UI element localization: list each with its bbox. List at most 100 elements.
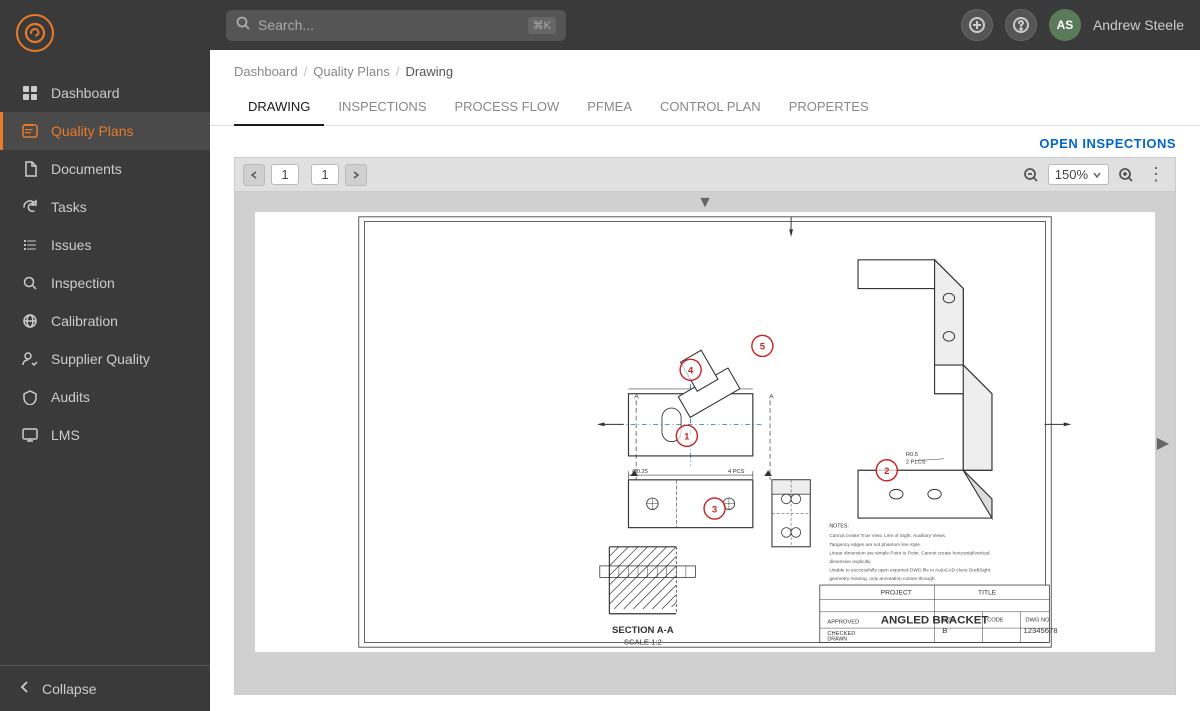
page-total: 1	[311, 164, 339, 185]
svg-text:Tangency edges are not phantom: Tangency edges are not phantom line styl…	[829, 542, 921, 548]
sidebar-logo	[0, 0, 210, 66]
sidebar-item-quality-plans[interactable]: Quality Plans	[0, 112, 210, 150]
svg-text:12345678: 12345678	[1024, 626, 1058, 635]
svg-text:1: 1	[684, 432, 690, 443]
page-current: 1	[271, 164, 299, 185]
sidebar-item-label: Inspection	[51, 275, 115, 291]
add-button[interactable]	[961, 9, 993, 41]
sidebar-navigation: Dashboard Quality Plans Documents	[0, 66, 210, 665]
drawing-viewer: 1 1	[234, 157, 1176, 695]
svg-text:5: 5	[760, 342, 766, 353]
zoom-value: 150%	[1055, 167, 1088, 182]
breadcrumb-sep-1: /	[304, 64, 308, 79]
grid-icon	[21, 84, 39, 102]
breadcrumb: Dashboard / Quality Plans / Drawing	[210, 50, 1200, 79]
search-icon	[236, 16, 250, 35]
breadcrumb-sep-2: /	[396, 64, 400, 79]
sidebar-item-label: Audits	[51, 389, 90, 405]
sidebar-item-label: Documents	[51, 161, 122, 177]
svg-text:A: A	[634, 394, 639, 401]
sidebar-item-supplier-quality[interactable]: Supplier Quality	[0, 340, 210, 378]
collapse-button[interactable]: Collapse	[0, 665, 210, 711]
main-content: ⌘K AS Andrew Steele Dashboard	[210, 0, 1200, 711]
sidebar-item-audits[interactable]: Audits	[0, 378, 210, 416]
scroll-right-indicator: ▶	[1157, 433, 1169, 453]
svg-text:geometry missing, only annotat: geometry missing, only annotation comes …	[829, 576, 936, 582]
svg-text:A: A	[769, 394, 774, 401]
zoom-level-selector[interactable]: 150%	[1048, 164, 1109, 185]
user-name: Andrew Steele	[1093, 17, 1184, 33]
refresh-icon	[21, 198, 39, 216]
tab-propertes[interactable]: PROPERTES	[775, 89, 883, 126]
page-prev-button[interactable]	[243, 164, 265, 186]
sidebar-item-issues[interactable]: Issues	[0, 226, 210, 264]
drawing-canvas[interactable]: ▼	[235, 192, 1175, 694]
breadcrumb-current: Drawing	[405, 64, 453, 79]
inspection-icon	[21, 274, 39, 292]
svg-text:APPROVED: APPROVED	[827, 619, 859, 625]
sidebar-item-documents[interactable]: Documents	[0, 150, 210, 188]
search-box[interactable]: ⌘K	[226, 10, 566, 41]
breadcrumb-quality-plans[interactable]: Quality Plans	[313, 64, 390, 79]
topbar: ⌘K AS Andrew Steele	[210, 0, 1200, 50]
sidebar-item-dashboard[interactable]: Dashboard	[0, 74, 210, 112]
svg-text:DRAWN: DRAWN	[827, 637, 847, 643]
drawing-container: OPEN INSPECTIONS 1 1	[210, 126, 1200, 711]
sidebar-item-inspection[interactable]: Inspection	[0, 264, 210, 302]
search-input[interactable]	[258, 17, 520, 33]
tab-pfmea[interactable]: PFMEA	[573, 89, 646, 126]
sidebar-item-label: Quality Plans	[51, 123, 133, 139]
tab-control-plan[interactable]: CONTROL PLAN	[646, 89, 775, 126]
zoom-controls: 150%	[1020, 164, 1137, 186]
tab-process-flow[interactable]: PROCESS FLOW	[440, 89, 573, 126]
monitor-icon	[21, 426, 39, 444]
breadcrumb-dashboard[interactable]: Dashboard	[234, 64, 298, 79]
sidebar-item-label: Calibration	[51, 313, 118, 329]
zoom-out-button[interactable]	[1020, 164, 1042, 186]
topbar-actions: AS Andrew Steele	[961, 9, 1184, 41]
svg-text:R0.5: R0.5	[906, 452, 918, 458]
open-inspections-button[interactable]: OPEN INSPECTIONS	[1039, 136, 1176, 151]
tab-inspections[interactable]: INSPECTIONS	[324, 89, 440, 126]
svg-text:TITLE: TITLE	[978, 590, 997, 597]
scroll-up-indicator: ▼	[697, 194, 713, 212]
sidebar-item-label: Dashboard	[51, 85, 120, 101]
svg-text:PROJECT: PROJECT	[881, 590, 912, 597]
svg-text:CODE: CODE	[987, 617, 1004, 623]
collapse-label: Collapse	[42, 681, 96, 697]
sidebar-item-lms[interactable]: LMS	[0, 416, 210, 454]
svg-text:Unable to successfully open ex: Unable to successfully open exported DWG…	[829, 568, 991, 574]
sidebar-item-label: LMS	[51, 427, 80, 443]
sidebar-item-tasks[interactable]: Tasks	[0, 188, 210, 226]
content-area: Dashboard / Quality Plans / Drawing DRAW…	[210, 50, 1200, 711]
help-button[interactable]	[1005, 9, 1037, 41]
svg-text:Linear dimension are simple Po: Linear dimension are simple Point to Poi…	[829, 550, 989, 556]
svg-text:ANGLED BRACKET: ANGLED BRACKET	[881, 614, 989, 626]
svg-text:DWG NO: DWG NO	[1025, 617, 1050, 623]
sidebar-item-label: Supplier Quality	[51, 351, 150, 367]
globe-icon	[21, 312, 39, 330]
more-options-button[interactable]: ⋮	[1145, 164, 1167, 186]
svg-text:SCALE 1:2: SCALE 1:2	[624, 637, 662, 646]
zoom-in-button[interactable]	[1115, 164, 1137, 186]
app-logo[interactable]	[16, 14, 54, 52]
sidebar: Dashboard Quality Plans Documents	[0, 0, 210, 711]
svg-text:dimension explicitly.: dimension explicitly.	[829, 559, 871, 565]
user-check-icon	[21, 350, 39, 368]
chevron-left-icon	[18, 680, 32, 697]
svg-text:SECTION A-A: SECTION A-A	[612, 625, 674, 636]
file-icon	[21, 160, 39, 178]
tab-drawing[interactable]: DRAWING	[234, 89, 324, 126]
svg-text:2: 2	[884, 466, 889, 477]
search-shortcut: ⌘K	[528, 17, 556, 34]
sidebar-item-calibration[interactable]: Calibration	[0, 302, 210, 340]
page-next-button[interactable]	[345, 164, 367, 186]
viewer-toolbar: 1 1	[235, 158, 1175, 192]
tab-bar: DRAWING INSPECTIONS PROCESS FLOW PFMEA C…	[210, 89, 1200, 126]
user-avatar[interactable]: AS	[1049, 9, 1081, 41]
svg-text:NOTES:: NOTES:	[829, 524, 849, 530]
clipboard-icon	[21, 122, 39, 140]
svg-text:4: 4	[688, 366, 694, 377]
svg-text:Cannot create True View, Line: Cannot create True View, Line of Sight, …	[829, 533, 946, 539]
sidebar-item-label: Tasks	[51, 199, 87, 215]
